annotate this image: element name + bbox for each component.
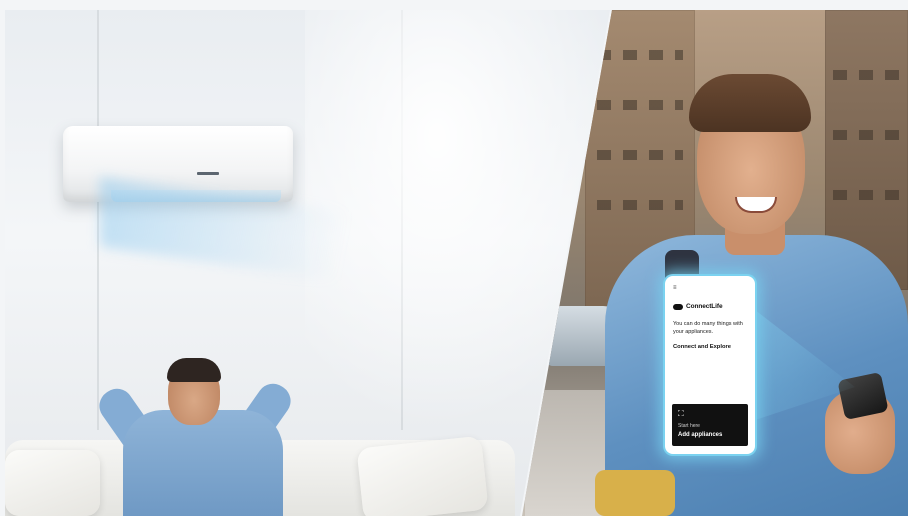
relaxing-man-shirt <box>123 410 283 516</box>
expand-icon: ⛶ <box>678 409 684 418</box>
building-windows <box>833 190 903 200</box>
cushion <box>356 435 489 516</box>
hero-banner: ≡ ConnectLife You can do many things wit… <box>5 10 908 516</box>
building-windows <box>833 70 903 80</box>
connectlife-logo-icon <box>673 303 683 310</box>
cushion <box>5 450 100 516</box>
brand-name: ConnectLife <box>686 303 723 310</box>
yellow-bag <box>595 470 675 516</box>
building-windows <box>597 150 683 160</box>
building-windows <box>833 130 903 140</box>
smiling-man-hair <box>689 74 811 132</box>
building-windows <box>597 200 683 210</box>
building-windows <box>597 50 683 60</box>
connectlife-app-screen: ≡ ConnectLife You can do many things wit… <box>665 276 755 454</box>
wall-seam <box>97 10 99 430</box>
card-title: Add appliances <box>678 432 723 438</box>
app-brand: ConnectLife <box>673 303 723 310</box>
app-tagline: You can do many things with your applian… <box>673 321 743 335</box>
relaxing-man-hair <box>167 358 221 382</box>
connect-explore-heading: Connect and Explore <box>673 344 731 350</box>
card-subtitle: Start here <box>678 423 700 429</box>
add-appliances-card[interactable]: ⛶ Start here Add appliances <box>672 404 748 446</box>
menu-icon[interactable]: ≡ <box>673 285 677 291</box>
building-windows <box>597 100 683 110</box>
ac-logo <box>197 172 219 175</box>
